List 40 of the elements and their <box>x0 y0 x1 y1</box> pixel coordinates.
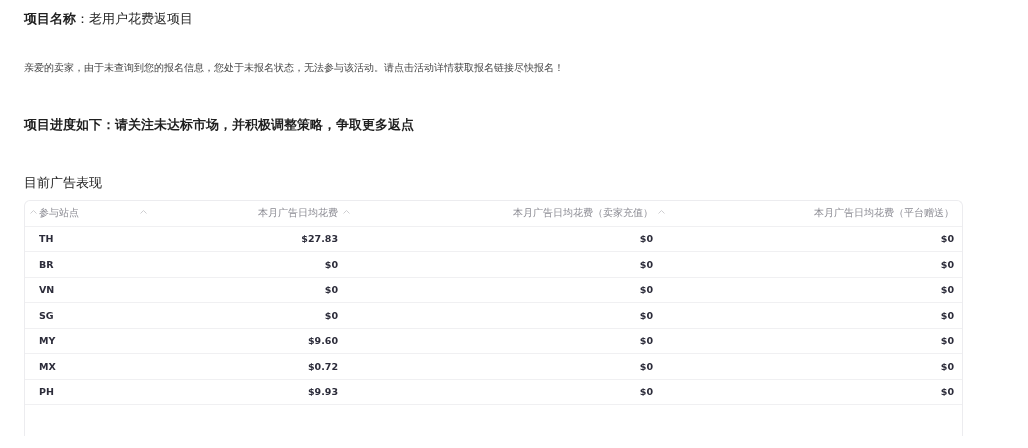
table-cell: VN <box>25 277 151 303</box>
table-cell: $0 <box>151 252 346 278</box>
table-cell: $0 <box>346 252 661 278</box>
table-cell: $0 <box>661 303 962 329</box>
table-cell: $0 <box>346 328 661 354</box>
table-cell: $0 <box>346 303 661 329</box>
column-header: 本月广告日均花费（平台赠送） <box>661 201 962 227</box>
table-cell: $0 <box>346 277 661 303</box>
table-cell: $0 <box>661 328 962 354</box>
table-cell: $9.93 <box>151 379 346 405</box>
table-cell: $0 <box>661 226 962 252</box>
table-cell: SG <box>25 303 151 329</box>
sort-caret-icon[interactable] <box>658 209 665 214</box>
table-cell: MX <box>25 354 151 380</box>
column-header[interactable]: 本月广告日均花费 <box>151 201 346 227</box>
table-cell: $0 <box>151 303 346 329</box>
column-header[interactable]: 本月广告日均花费（卖家充值） <box>346 201 661 227</box>
table-cell: BR <box>25 252 151 278</box>
project-name: 项目名称：老用户花费返项目 <box>24 10 194 28</box>
table-cell: $9.60 <box>151 328 346 354</box>
table-cell: $0 <box>151 277 346 303</box>
sort-caret-icon[interactable] <box>140 210 147 214</box>
table-cell: $0 <box>346 354 661 380</box>
table-cell: $0 <box>661 354 962 380</box>
column-header[interactable]: 参与站点 <box>25 201 151 227</box>
sort-caret-icon[interactable] <box>343 209 350 214</box>
table-cell: PH <box>25 379 151 405</box>
table-cell: $0 <box>661 277 962 303</box>
table-cell: $0 <box>661 379 962 405</box>
table-cell: $0 <box>346 379 661 405</box>
table-cell: $0 <box>661 252 962 278</box>
table-cell: MY <box>25 328 151 354</box>
sort-caret-icon[interactable] <box>30 210 37 214</box>
section-title: 目前广告表现 <box>24 174 103 192</box>
table-cell: $27.83 <box>151 226 346 252</box>
notice-text: 亲爱的卖家，由于未查询到您的报名信息，您处于未报名状态，无法参与该活动。请点击活动详情获取报名链接尽快报名！ <box>24 61 565 75</box>
table-cell: $0 <box>346 226 661 252</box>
table-cell: TH <box>25 226 151 252</box>
progress-heading: 项目进度如下：请关注未达标市场，并积极调整策略，争取更多返点 <box>24 116 415 134</box>
table-cell: $0.72 <box>151 354 346 380</box>
